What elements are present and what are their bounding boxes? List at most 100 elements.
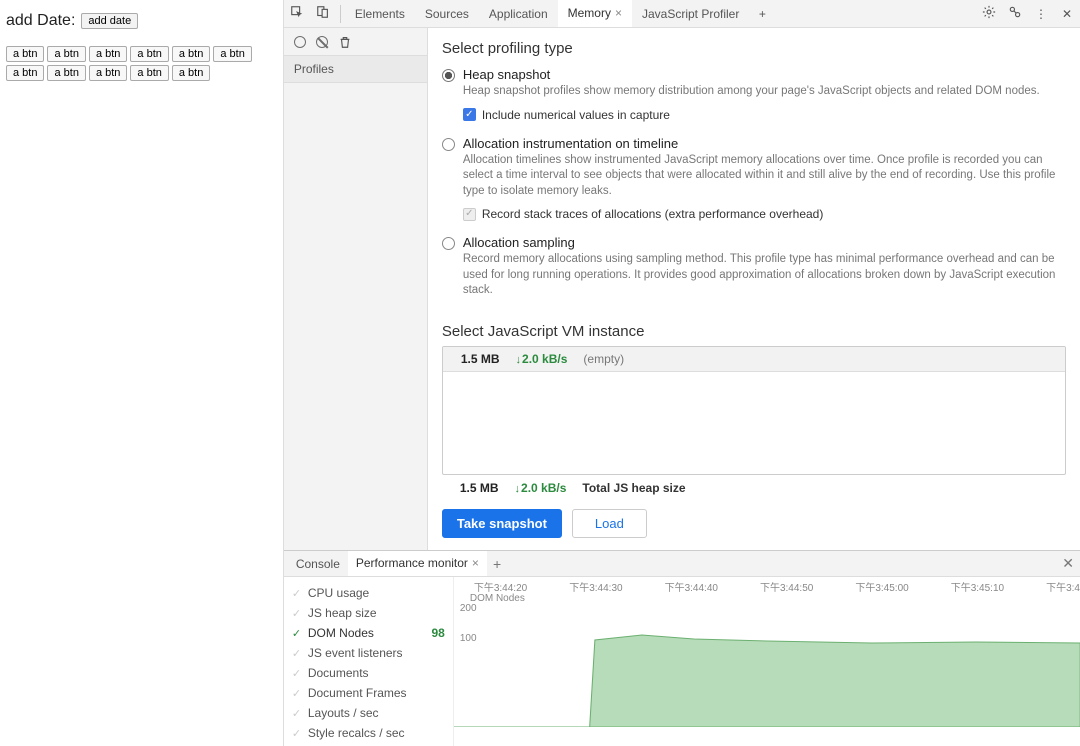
metric-layouts-sec[interactable]: ✓ Layouts / sec — [292, 703, 445, 723]
check-icon: ✓ — [292, 587, 302, 600]
total-size: 1.5 MB — [460, 481, 499, 495]
add-tab-icon[interactable]: + — [749, 7, 775, 21]
devices-icon[interactable] — [1002, 5, 1028, 22]
page-btn[interactable]: a btn — [172, 46, 210, 62]
chart-area — [454, 607, 1080, 727]
record-icon[interactable] — [294, 36, 306, 48]
profiling-option-title[interactable]: Allocation instrumentation on timeline — [463, 136, 1066, 151]
check-icon: ✓ — [292, 607, 302, 620]
check-icon: ✓ — [292, 647, 302, 660]
total-label: Total JS heap size — [582, 481, 685, 495]
time-tick: 下午3:44:20 — [474, 579, 527, 594]
vm-heading: Select JavaScript VM instance — [442, 323, 1066, 340]
tab-elements[interactable]: Elements — [345, 0, 415, 27]
vm-row[interactable]: 1.5 MB 2.0 kB/s (empty) — [443, 347, 1065, 372]
profiling-option-title[interactable]: Heap snapshot — [463, 67, 1066, 82]
memory-actions: Take snapshot Load — [442, 509, 1066, 538]
chart-series-label: DOM Nodes — [470, 593, 525, 604]
page-btn[interactable]: a btn — [6, 46, 44, 62]
settings-icon[interactable] — [976, 5, 1002, 22]
profiling-checkbox-label: Include numerical values in capture — [482, 108, 670, 122]
profiling-radio[interactable] — [442, 237, 455, 250]
memory-toolbar — [284, 28, 427, 56]
add-date-button[interactable]: add date — [81, 13, 138, 29]
tab-memory[interactable]: Memory× — [558, 0, 632, 27]
page-btn[interactable]: a btn — [130, 65, 168, 81]
drawer-close-icon[interactable]: ✕ — [1062, 555, 1074, 572]
memory-main: Select profiling type Heap snapshot Heap … — [428, 28, 1080, 550]
time-tick: 下午3:44:40 — [665, 579, 718, 594]
metric-document-frames[interactable]: ✓ Document Frames — [292, 683, 445, 703]
metric-name: Documents — [308, 666, 369, 680]
metric-name: CPU usage — [308, 586, 369, 600]
vm-list: 1.5 MB 2.0 kB/s (empty) — [442, 346, 1066, 475]
vm-total-row: 1.5 MB 2.0 kB/s Total JS heap size — [442, 475, 1066, 503]
close-tab-icon[interactable]: × — [615, 6, 622, 20]
profiling-checkbox-label: Record stack traces of allocations (extr… — [482, 207, 824, 221]
metric-name: Layouts / sec — [308, 706, 379, 720]
page-btn[interactable]: a btn — [47, 46, 85, 62]
tab-javascript-profiler[interactable]: JavaScript Profiler — [632, 0, 749, 27]
page-heading: add Date: add date — [6, 12, 277, 30]
metric-name: DOM Nodes — [308, 626, 374, 640]
page-btn[interactable]: a btn — [6, 65, 44, 81]
profiling-checkbox[interactable]: ✓ — [463, 108, 476, 121]
take-snapshot-button[interactable]: Take snapshot — [442, 509, 562, 538]
devtools-pane: ElementsSourcesApplicationMemory×JavaScr… — [283, 0, 1080, 746]
page-btn[interactable]: a btn — [213, 46, 251, 62]
profiles-heading: Profiles — [284, 56, 427, 83]
time-tick: 下午3:45:10 — [951, 579, 1004, 594]
check-icon: ✓ — [292, 727, 302, 740]
inspect-icon[interactable] — [284, 5, 310, 22]
more-icon[interactable]: ⋮ — [1028, 7, 1054, 21]
metric-cpu-usage[interactable]: ✓ CPU usage — [292, 583, 445, 603]
check-icon: ✓ — [292, 707, 302, 720]
memory-panel: Profiles Select profiling type Heap snap… — [284, 28, 1080, 550]
close-tab-icon[interactable]: × — [472, 556, 479, 570]
profiling-option-title[interactable]: Allocation sampling — [463, 235, 1066, 250]
page-btn[interactable]: a btn — [47, 65, 85, 81]
tab-application[interactable]: Application — [479, 0, 558, 27]
vm-rate: 2.0 kB/s — [516, 352, 568, 366]
profiling-option-desc: Record memory allocations using sampling… — [463, 252, 1066, 299]
load-button[interactable]: Load — [572, 509, 647, 538]
profiling-radio[interactable] — [442, 138, 455, 151]
profiling-radio[interactable] — [442, 69, 455, 82]
page-btn[interactable]: a btn — [89, 65, 127, 81]
page-btn[interactable]: a btn — [130, 46, 168, 62]
total-rate: 2.0 kB/s — [515, 481, 567, 495]
time-tick: 下午3:4 — [1046, 579, 1080, 594]
drawer-add-tab-icon[interactable]: + — [487, 556, 507, 572]
drawer: ConsolePerformance monitor× + ✕ ✓ CPU usa… — [284, 550, 1080, 746]
metric-style-recalcs-sec[interactable]: ✓Style recalcs / sec — [292, 723, 445, 743]
page-content: add Date: add date a btna btna btna btna… — [0, 0, 283, 746]
metric-js-heap-size[interactable]: ✓ JS heap size — [292, 603, 445, 623]
metric-dom-nodes[interactable]: ✓DOM Nodes98 — [292, 623, 445, 643]
clear-icon[interactable] — [316, 36, 328, 48]
select-profiling-heading: Select profiling type — [442, 40, 1066, 57]
device-toggle-icon[interactable] — [310, 5, 336, 22]
metric-name: JS heap size — [308, 606, 377, 620]
page-btn[interactable]: a btn — [89, 46, 127, 62]
vm-name: (empty) — [583, 352, 624, 366]
metric-js-event-listeners[interactable]: ✓JS event listeners — [292, 643, 445, 663]
vm-size: 1.5 MB — [461, 352, 500, 366]
check-icon: ✓ — [292, 687, 302, 700]
page-btn[interactable]: a btn — [172, 65, 210, 81]
profiling-checkbox: ✓ — [463, 208, 476, 221]
metrics-list: ✓ CPU usage ✓ JS heap size ✓ DOM Nodes 98 ✓JS e… — [284, 577, 454, 746]
profiling-option-desc: Heap snapshot profiles show memory distr… — [463, 84, 1066, 100]
delete-icon[interactable] — [338, 35, 352, 49]
close-devtools-icon[interactable]: ✕ — [1054, 7, 1080, 21]
tab-sources[interactable]: Sources — [415, 0, 479, 27]
devtools-tabbar: ElementsSourcesApplicationMemory×JavaScr… — [284, 0, 1080, 28]
memory-sidebar: Profiles — [284, 28, 428, 550]
metric-value: 98 — [431, 626, 444, 640]
metric-name: Document Frames — [308, 686, 407, 700]
drawer-tab-console[interactable]: Console — [288, 551, 348, 576]
performance-monitor-body: ✓ CPU usage ✓ JS heap size ✓ DOM Nodes 98 ✓JS e… — [284, 577, 1080, 746]
metric-documents[interactable]: ✓ Documents — [292, 663, 445, 683]
check-icon: ✓ — [292, 667, 302, 680]
time-tick: 下午3:45:00 — [855, 579, 908, 594]
drawer-tab-performance-monitor[interactable]: Performance monitor× — [348, 551, 487, 576]
